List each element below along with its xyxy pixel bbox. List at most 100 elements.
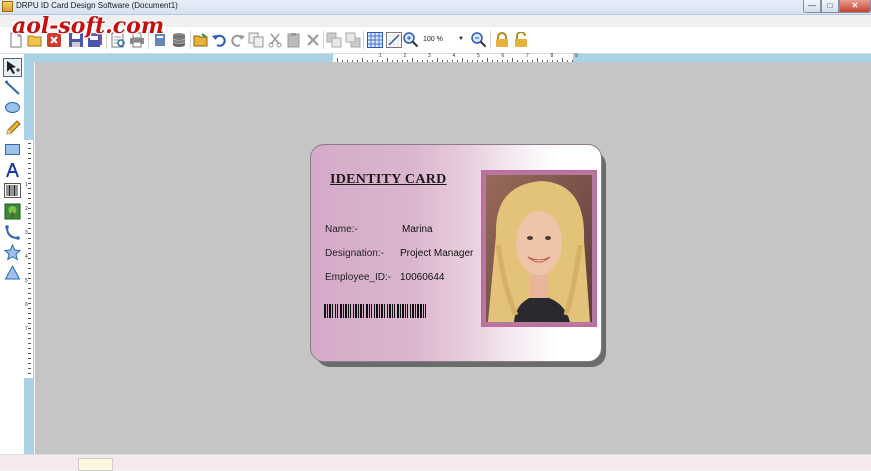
folder-open-icon[interactable]: [193, 32, 209, 48]
copy-icon[interactable]: [248, 32, 264, 48]
barcode-bar: [389, 304, 391, 318]
toolbar-separator: [490, 31, 491, 49]
barcode-bar: [353, 304, 354, 318]
line-tool-icon[interactable]: [4, 79, 21, 96]
designation-label[interactable]: Designation:-: [325, 248, 384, 259]
star-tool-icon[interactable]: [4, 244, 21, 261]
ruler-number: 7: [526, 53, 529, 59]
barcode-bar: [366, 304, 368, 318]
barcode-bar: [376, 304, 378, 318]
ruler-tick: [28, 178, 31, 179]
name-value[interactable]: Marina: [402, 224, 433, 235]
ruler-tick: [28, 288, 31, 289]
ruler-tick: [28, 208, 31, 209]
barcode-bar: [410, 304, 411, 318]
name-label[interactable]: Name:-: [325, 224, 358, 235]
unlock-icon[interactable]: [513, 32, 529, 48]
barcode[interactable]: [324, 304, 456, 318]
ruler-tick: [28, 293, 31, 294]
employee-id-label[interactable]: Employee_ID:-: [325, 272, 391, 283]
snap-grid-icon[interactable]: [386, 32, 402, 48]
ellipse-tool-icon[interactable]: [4, 99, 21, 116]
barcode-tool-icon[interactable]: [4, 182, 21, 199]
send-back-icon[interactable]: [345, 32, 361, 48]
pointer-tool-icon[interactable]: [3, 58, 22, 77]
ruler-tick: [28, 248, 31, 249]
top-ruler: 1 2 3 4 5 6 7 8 9: [333, 53, 578, 62]
barcode-bar: [332, 304, 333, 318]
ruler-tick: [28, 168, 31, 169]
ruler-number: 3: [428, 53, 431, 59]
barcode-bar: [327, 304, 328, 318]
barcode-bar: [412, 304, 414, 318]
ruler-tick: [28, 308, 31, 309]
barcode-bar: [400, 304, 401, 318]
triangle-tool-icon[interactable]: [4, 264, 21, 281]
designation-value[interactable]: Project Manager: [400, 248, 473, 259]
zoom-out-icon[interactable]: [471, 32, 487, 48]
ruler-number: 8: [550, 53, 554, 59]
minimize-button[interactable]: —: [803, 0, 821, 13]
ruler-tick: [28, 243, 31, 244]
ruler-tick: [28, 148, 31, 149]
ruler-tick: [28, 343, 31, 344]
app-icon: [2, 1, 13, 12]
id-card[interactable]: IDENTITY CARD Name:- Marina Designation:…: [310, 144, 602, 362]
maximize-button[interactable]: □: [821, 0, 839, 13]
ruler-tick: [28, 338, 31, 339]
undo-icon[interactable]: [211, 32, 227, 48]
ruler-tick: [28, 198, 31, 199]
zoom-select[interactable]: 100 % ▼: [419, 32, 467, 47]
pencil-tool-icon[interactable]: [4, 120, 21, 137]
rectangle-tool-icon[interactable]: [4, 141, 21, 158]
barcode-bar: [425, 304, 426, 318]
barcode-bar: [335, 304, 336, 318]
document-tab[interactable]: [78, 458, 113, 471]
bring-front-icon[interactable]: [326, 32, 342, 48]
barcode-bar: [407, 304, 408, 318]
ruler-tick: [28, 268, 31, 269]
employee-id-value[interactable]: 10060644: [400, 272, 445, 283]
lock-icon[interactable]: [494, 32, 510, 48]
redo-icon[interactable]: [230, 32, 246, 48]
toolbar-separator: [323, 31, 324, 49]
ruler-number: 1: [25, 182, 28, 188]
ruler-tick: [28, 283, 31, 284]
ruler-tick: [28, 278, 31, 279]
ruler-number: 6: [25, 302, 28, 308]
barcode-bar: [420, 304, 422, 318]
barcode-bar: [374, 304, 375, 318]
zoom-in-icon[interactable]: [403, 32, 419, 48]
barcode-bar: [324, 304, 326, 318]
ruler-tick: [28, 363, 31, 364]
employee-photo: [486, 175, 592, 322]
ruler-tick: [28, 153, 31, 154]
card-title[interactable]: IDENTITY CARD: [330, 172, 447, 188]
barcode-bar: [417, 304, 419, 318]
paste-icon[interactable]: [286, 32, 302, 48]
delete-icon[interactable]: [305, 32, 321, 48]
barcode-bar: [337, 304, 338, 318]
cut-icon[interactable]: [267, 32, 283, 48]
ruler-number: 4: [25, 254, 28, 260]
photo-frame[interactable]: [481, 170, 597, 327]
ruler-tick: [28, 353, 31, 354]
grid-icon[interactable]: [367, 32, 383, 48]
ruler-tick: [28, 143, 31, 144]
window-title: DRPU ID Card Design Software (Document1): [16, 1, 178, 10]
arc-tool-icon[interactable]: [4, 224, 21, 241]
ruler-number: 1: [379, 53, 382, 59]
database-icon[interactable]: [171, 32, 187, 48]
ruler-tick: [28, 193, 31, 194]
barcode-bar: [397, 304, 399, 318]
chevron-down-icon: ▼: [458, 36, 464, 42]
ruler-tick: [28, 218, 31, 219]
close-window-button[interactable]: ✕: [839, 0, 871, 13]
ruler-tick: [28, 323, 31, 324]
text-tool-icon[interactable]: [4, 162, 21, 179]
barcode-bar: [381, 304, 383, 318]
ruler-number: 9: [575, 53, 578, 59]
ruler-number: 2: [403, 53, 407, 59]
barcode-bar: [387, 304, 388, 318]
image-tool-icon[interactable]: [4, 203, 21, 220]
